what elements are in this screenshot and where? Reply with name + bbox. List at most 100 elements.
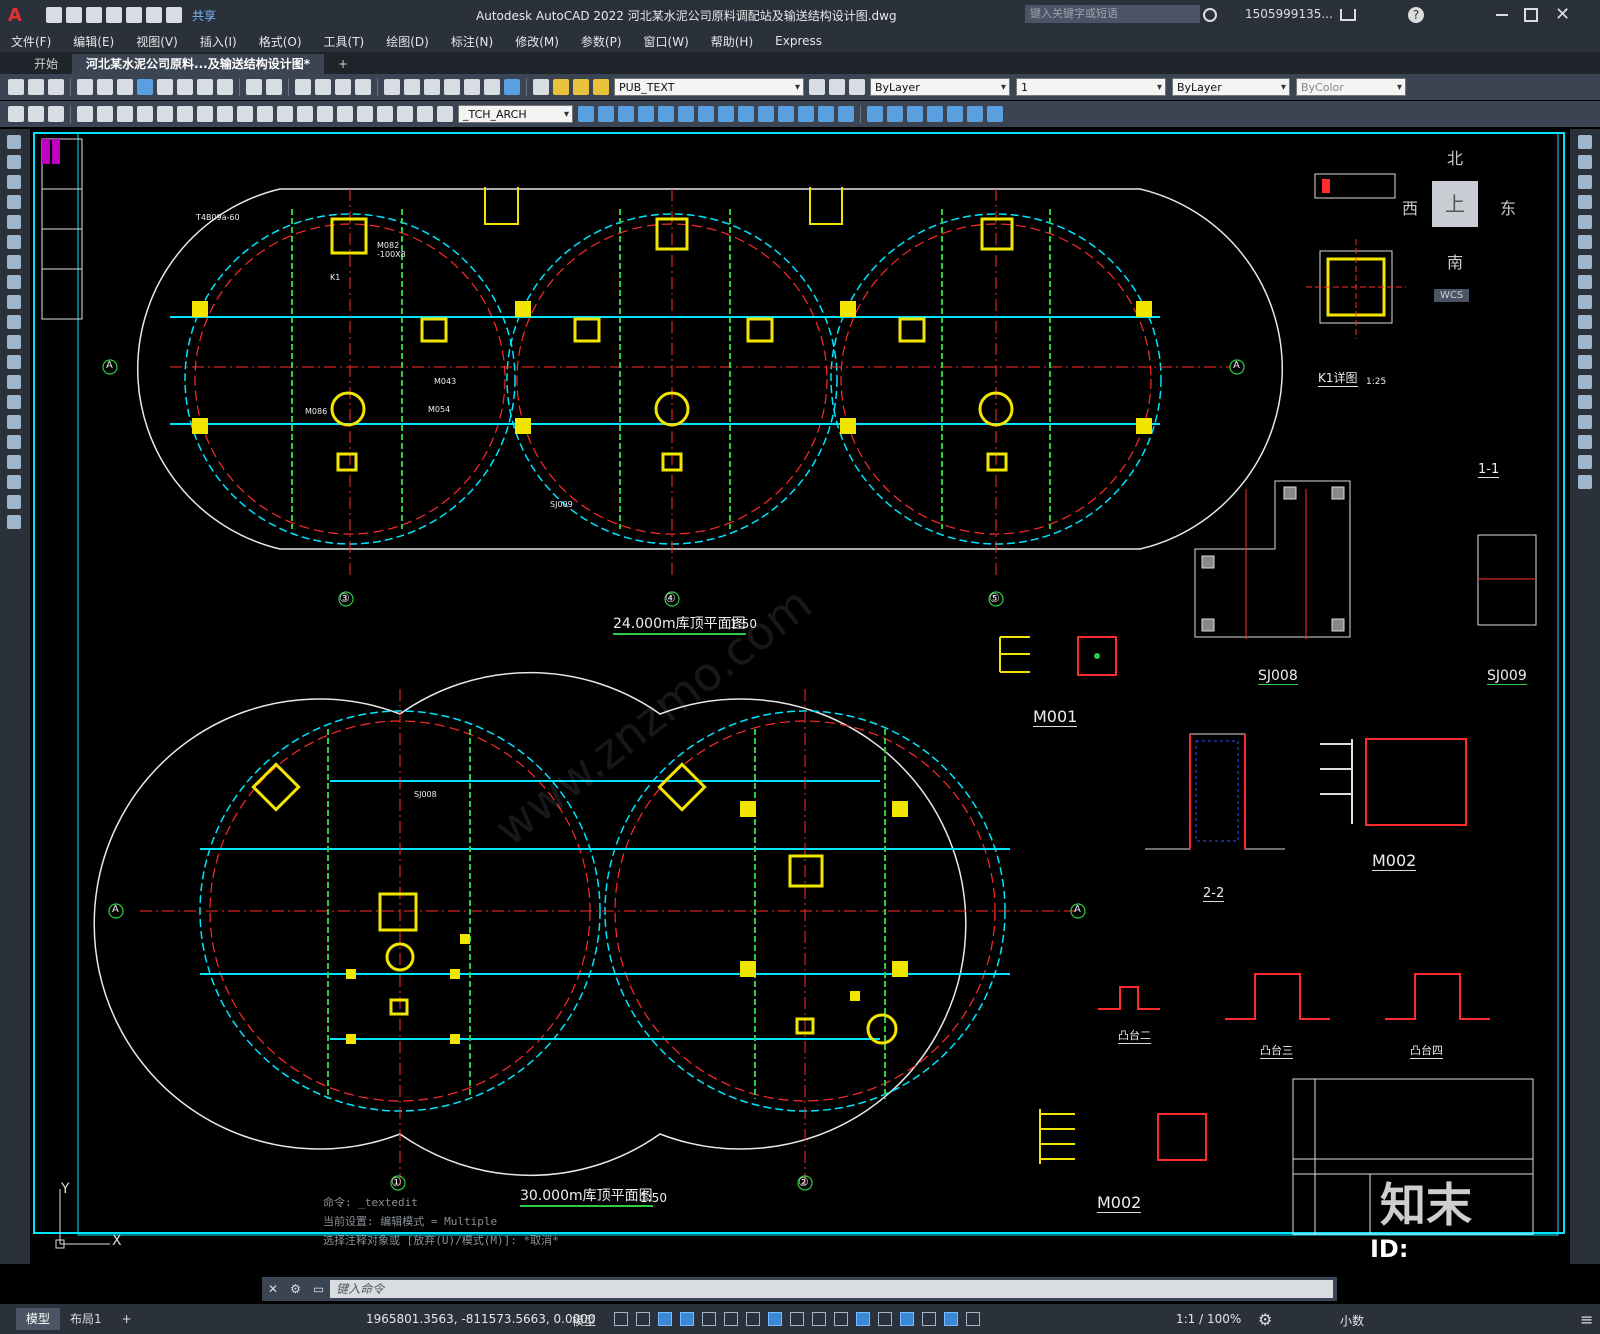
- layer-lock-icon[interactable]: [593, 79, 609, 95]
- close-icon[interactable]: ✕: [1555, 4, 1570, 25]
- command-input[interactable]: 键入命令: [330, 1280, 1333, 1298]
- slice-icon[interactable]: [738, 106, 754, 122]
- break-icon[interactable]: [1578, 375, 1592, 389]
- transparency-icon[interactable]: [812, 1312, 826, 1326]
- zoom-window-icon[interactable]: [335, 79, 351, 95]
- menu-window[interactable]: 窗口(W): [633, 33, 700, 50]
- section-icon[interactable]: [758, 106, 774, 122]
- 3d-publish-icon[interactable]: [137, 79, 153, 95]
- box-icon[interactable]: [578, 106, 594, 122]
- annotation-visibility-icon[interactable]: [944, 1312, 958, 1326]
- jogged-linear-icon[interactable]: [377, 106, 393, 122]
- open-icon[interactable]: [28, 79, 44, 95]
- setup-drawing-icon[interactable]: [798, 106, 814, 122]
- object-snap-tracking-icon[interactable]: [746, 1312, 760, 1326]
- menu-insert[interactable]: 插入(I): [189, 33, 248, 50]
- preview-icon[interactable]: [97, 79, 113, 95]
- polygon-icon[interactable]: [7, 195, 21, 209]
- dimension-text-edit-icon[interactable]: [417, 106, 433, 122]
- baseline-dimension-icon[interactable]: [257, 106, 273, 122]
- redo-icon[interactable]: [166, 7, 182, 23]
- blend-curves-icon[interactable]: [1578, 455, 1592, 469]
- lineweight-icon[interactable]: [790, 1312, 804, 1326]
- tab-start[interactable]: 开始: [20, 54, 72, 74]
- cart-icon[interactable]: [1340, 9, 1356, 21]
- plot-icon[interactable]: [77, 79, 93, 95]
- help-icon[interactable]: [504, 79, 520, 95]
- polar-icon[interactable]: [702, 1312, 716, 1326]
- tab-drawing[interactable]: 河北某水泥公司原料...及输送结构设计图*: [72, 54, 324, 74]
- close-command-icon[interactable]: ✕: [262, 1282, 284, 1296]
- layer-isolate-icon[interactable]: [28, 106, 44, 122]
- layer-previous-icon[interactable]: [829, 79, 845, 95]
- save-icon[interactable]: [48, 79, 64, 95]
- linear-dimension-icon[interactable]: [77, 106, 93, 122]
- menu-help[interactable]: 帮助(H): [700, 33, 764, 50]
- continue-dimension-icon[interactable]: [277, 106, 293, 122]
- view-cube-west[interactable]: 西: [1402, 195, 1418, 219]
- torus-icon[interactable]: [678, 106, 694, 122]
- radius-dimension-icon[interactable]: [157, 106, 173, 122]
- design-center-icon[interactable]: [404, 79, 420, 95]
- search-box[interactable]: 键入关键字或短语: [1025, 5, 1200, 23]
- add-layout-button[interactable]: +: [112, 1308, 142, 1330]
- save-icon[interactable]: [86, 7, 102, 23]
- table-icon[interactable]: [7, 475, 21, 489]
- inspection-icon[interactable]: [357, 106, 373, 122]
- subtract-icon[interactable]: [887, 106, 903, 122]
- menu-parametric[interactable]: 参数(P): [570, 33, 633, 50]
- quick-dimension-icon[interactable]: [237, 106, 253, 122]
- new-tab-button[interactable]: +: [324, 54, 362, 74]
- calculator-icon[interactable]: [484, 79, 500, 95]
- move-faces-icon[interactable]: [967, 106, 983, 122]
- layer-walk-icon[interactable]: [8, 106, 24, 122]
- diameter-dimension-icon[interactable]: [197, 106, 213, 122]
- plotstyle-select[interactable]: ByColor: [1296, 78, 1406, 97]
- layer-match-icon[interactable]: [48, 106, 64, 122]
- extend-icon[interactable]: [1578, 335, 1592, 349]
- arc-icon[interactable]: [7, 235, 21, 249]
- isodraft-icon[interactable]: [724, 1312, 738, 1326]
- customize-menu-icon[interactable]: ≡: [1580, 1310, 1593, 1329]
- revision-cloud-icon[interactable]: [7, 275, 21, 289]
- view-cube-east[interactable]: 东: [1500, 195, 1516, 219]
- ellipse-arc-icon[interactable]: [7, 335, 21, 349]
- view-cube-top[interactable]: 上: [1432, 181, 1478, 227]
- drawing-canvas[interactable]: 24.000m库顶平面图 1:50 30.000m库顶平面图 1:50 ③ ④ …: [30, 129, 1570, 1264]
- point-icon[interactable]: [7, 395, 21, 409]
- customize-command-icon[interactable]: ⚙: [284, 1282, 307, 1296]
- mirror-icon[interactable]: [1578, 175, 1592, 189]
- view-cube-south[interactable]: 南: [1447, 249, 1463, 273]
- menu-edit[interactable]: 编辑(E): [62, 33, 125, 50]
- annotation-scale[interactable]: 1:1 / 100%: [1176, 1312, 1241, 1326]
- tool-palettes-icon[interactable]: [424, 79, 440, 95]
- dimension-update-icon[interactable]: [437, 106, 453, 122]
- intersect-icon[interactable]: [907, 106, 923, 122]
- hatch-icon[interactable]: [7, 415, 21, 429]
- rectangle-icon[interactable]: [7, 215, 21, 229]
- cone-icon[interactable]: [638, 106, 654, 122]
- tolerance-icon[interactable]: [317, 106, 333, 122]
- construction-line-icon[interactable]: [7, 155, 21, 169]
- units-button[interactable]: 小数: [1340, 1312, 1364, 1329]
- circle-icon[interactable]: [7, 255, 21, 269]
- view-cube-north[interactable]: 北: [1447, 145, 1463, 169]
- menu-tools[interactable]: 工具(T): [313, 33, 376, 50]
- object-snap-icon[interactable]: [768, 1312, 782, 1326]
- selection-cycling-icon[interactable]: [834, 1312, 848, 1326]
- join-icon[interactable]: [1578, 395, 1592, 409]
- help-icon[interactable]: ?: [1408, 7, 1424, 23]
- share-button[interactable]: 共享: [192, 7, 216, 24]
- offset-icon[interactable]: [1578, 195, 1592, 209]
- 3d-osnap-icon[interactable]: [856, 1312, 870, 1326]
- jogged-dimension-icon[interactable]: [177, 106, 193, 122]
- cylinder-icon[interactable]: [618, 106, 634, 122]
- snap-icon[interactable]: [636, 1312, 650, 1326]
- search-icon[interactable]: [1203, 8, 1217, 22]
- selection-filter-icon[interactable]: [900, 1312, 914, 1326]
- paste-icon[interactable]: [197, 79, 213, 95]
- extrude-icon[interactable]: [698, 106, 714, 122]
- zoom-previous-icon[interactable]: [355, 79, 371, 95]
- erase-icon[interactable]: [1578, 135, 1592, 149]
- menu-express[interactable]: Express: [764, 34, 833, 48]
